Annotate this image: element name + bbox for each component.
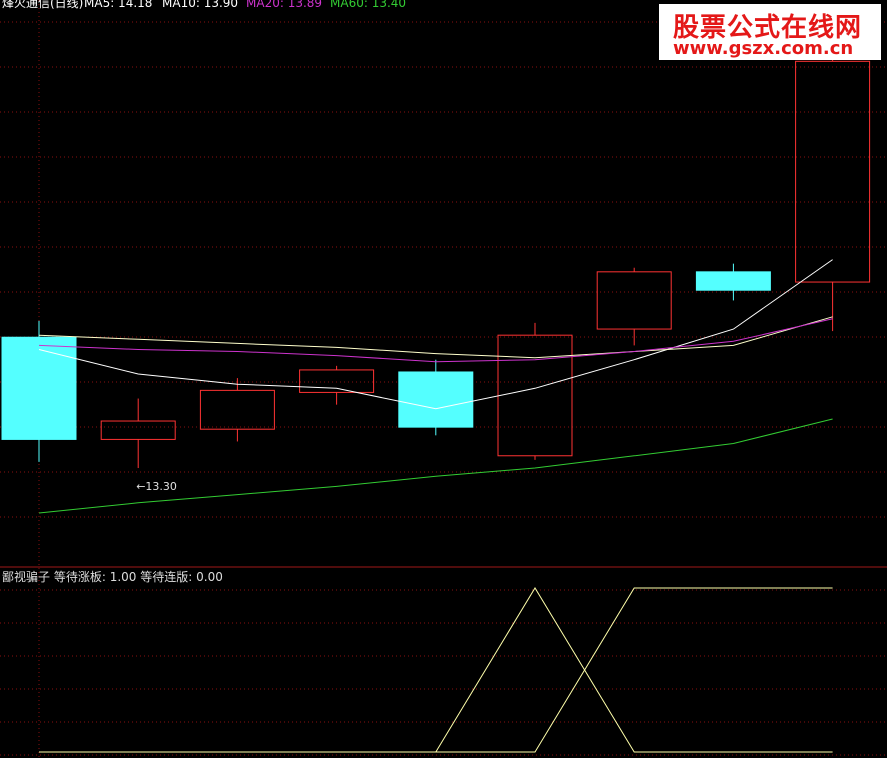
ma10-label: MA10: 13.90 xyxy=(162,0,239,10)
low-price-annotation: ←13.30 xyxy=(136,480,177,493)
indicator-header: 鄙视骗子 等待涨板: 1.00 等待连版: 0.00 xyxy=(2,568,223,585)
candle-body xyxy=(398,371,474,428)
ma5-label: MA5: 14.18 xyxy=(84,0,153,10)
candle-body xyxy=(695,271,771,291)
candle-body xyxy=(1,336,77,440)
candle-body xyxy=(596,271,672,330)
candle-body xyxy=(100,420,176,440)
candle-body xyxy=(299,369,375,393)
stock-title: 烽火通信(日线) xyxy=(2,0,84,10)
wait-limit-label: 等待涨板: xyxy=(53,570,106,584)
candlesticks xyxy=(1,10,871,469)
indicator-line-2 xyxy=(39,587,833,753)
indicator-name: 鄙视骗子 xyxy=(2,570,51,584)
wait-board-label: 等待连版: xyxy=(140,570,193,584)
candle-body xyxy=(497,334,573,457)
ma-line-ma10 xyxy=(38,316,833,359)
ma20-label: MA20: 13.89 xyxy=(246,0,323,10)
logo-url: www.gszx.com.cn xyxy=(673,38,854,59)
site-logo: 股票公式在线网 www.gszx.com.cn xyxy=(659,4,881,60)
ma60-label: MA60: 13.40 xyxy=(330,0,407,10)
indicator-line-1 xyxy=(39,587,833,753)
candle-body xyxy=(199,389,275,430)
wait-limit-value: 1.00 xyxy=(109,570,137,584)
wait-board-value: 0.00 xyxy=(196,570,223,584)
chart-canvas: ←13.30 xyxy=(0,0,887,758)
indicator-lines xyxy=(39,587,833,753)
candle-body xyxy=(795,60,871,283)
